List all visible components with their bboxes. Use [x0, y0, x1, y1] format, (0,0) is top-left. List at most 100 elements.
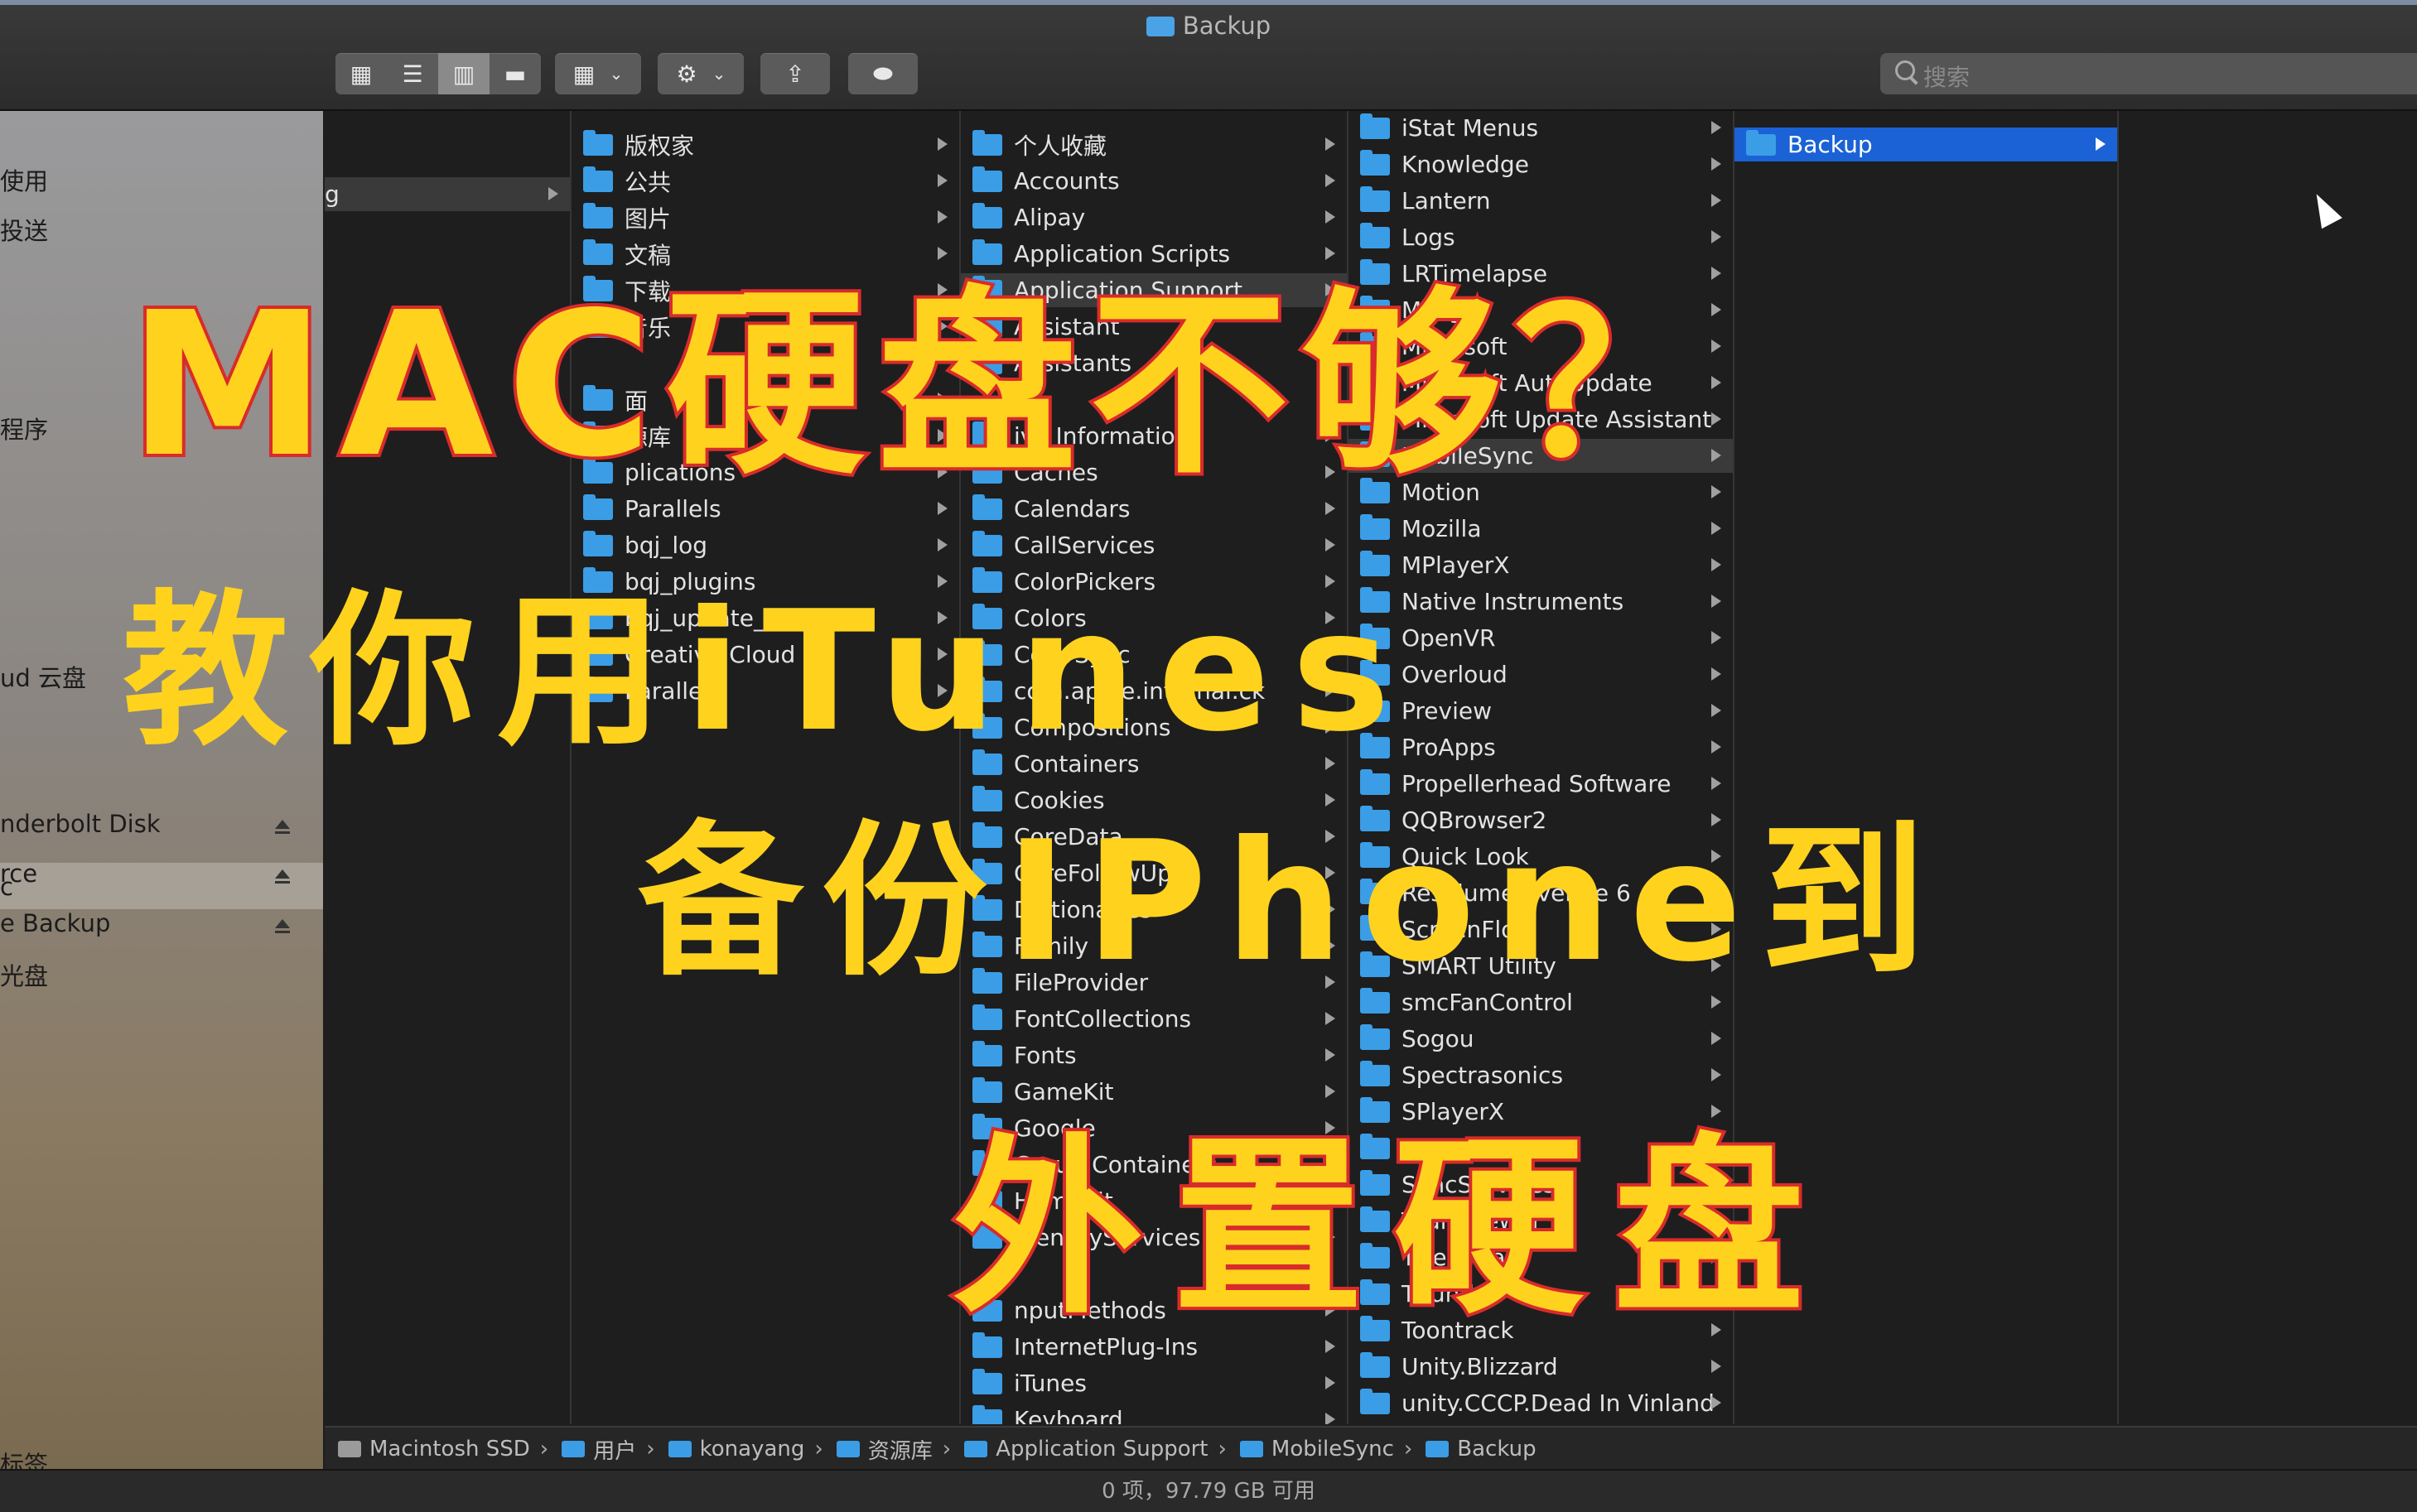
gallery-view-icon[interactable]: ▬ — [490, 53, 541, 94]
list-item[interactable]: Mozilla — [1348, 512, 1733, 546]
chevron-right-icon — [1711, 1396, 1721, 1409]
list-item[interactable]: Accounts — [961, 164, 1347, 198]
list-item[interactable]: 版权家 — [572, 128, 959, 161]
chevron-right-icon — [1325, 502, 1335, 515]
breadcrumb-separator-icon: › — [1403, 1437, 1413, 1461]
folder-icon — [1360, 1023, 1390, 1050]
tag-button[interactable]: ⬬ — [848, 53, 918, 94]
breadcrumb-label: MobileSync — [1271, 1437, 1394, 1461]
list-item[interactable]: FontCollections — [961, 1002, 1347, 1036]
folder-icon — [1360, 149, 1390, 176]
breadcrumb-label: 用户 — [593, 1438, 637, 1464]
list-item[interactable]: Keyboard — [961, 1403, 1347, 1424]
sidebar-item[interactable]: 程序 — [0, 411, 48, 445]
list-item-label: 个人收藏 — [1014, 132, 1107, 160]
list-item-label: Sogou — [1401, 1025, 1474, 1052]
list-item[interactable]: Logs — [1348, 220, 1733, 254]
list-item[interactable]: Knowledge — [1348, 147, 1733, 181]
group-button[interactable]: ▦ ⌄ — [555, 53, 641, 94]
breadcrumb-label: 资源库 — [867, 1438, 933, 1464]
list-item-label: Alipay — [1014, 204, 1086, 231]
icon-view-icon[interactable]: ▦ — [335, 53, 387, 94]
list-item[interactable]: Sogou — [1348, 1022, 1733, 1056]
list-item[interactable]: Alipay — [961, 200, 1347, 234]
list-item[interactable]: videosubscriptionsd — [1348, 1423, 1733, 1424]
breadcrumb-item[interactable]: MobileSync › — [1239, 1437, 1413, 1461]
sidebar-item[interactable]: e Backup — [0, 909, 110, 937]
breadcrumb-item[interactable]: Macintosh SSD › — [338, 1437, 548, 1461]
list-item[interactable]: 公共 — [572, 164, 959, 198]
view-mode-control[interactable]: ▦ ☰ ▥ ▬ — [335, 53, 541, 94]
list-item[interactable]: Lantern — [1348, 184, 1733, 218]
list-item-label: Backup — [1787, 131, 1873, 158]
list-item[interactable]: Backup — [1734, 128, 2117, 161]
list-item[interactable]: 文稿 — [572, 237, 959, 271]
list-item[interactable]: unity.CCCP.Dead In Vinland — [1348, 1386, 1733, 1420]
list-item[interactable]: Unity.Blizzard — [1348, 1350, 1733, 1384]
sidebar-item[interactable]: 使用 — [0, 162, 48, 197]
list-item-label: FontCollections — [1014, 1005, 1192, 1033]
chevron-right-icon — [1325, 1085, 1335, 1098]
list-item[interactable]: CallServices — [961, 528, 1347, 562]
sidebar-item[interactable]: nderbolt Disk — [0, 810, 161, 838]
sidebar-item[interactable]: 光盘 — [0, 957, 48, 992]
list-item[interactable]: Propellerhead Software — [1348, 767, 1733, 801]
chevron-right-icon — [1711, 595, 1721, 608]
breadcrumb-label: Application Support — [996, 1437, 1208, 1461]
list-item-label: Application Scripts — [1014, 240, 1231, 267]
breadcrumb-item[interactable]: konayang › — [668, 1437, 823, 1461]
status-bar: 0 项，97.79 GB 可用 — [0, 1469, 2417, 1512]
folder-icon — [964, 1441, 988, 1457]
search-field[interactable]: 搜索 — [1880, 53, 2417, 94]
breadcrumb-item[interactable]: 资源库 › — [836, 1434, 951, 1465]
folder-icon — [972, 1076, 1002, 1103]
list-item[interactable]: bqj_log — [572, 528, 959, 562]
list-item[interactable]: GameKit — [961, 1075, 1347, 1109]
folder-icon — [1360, 222, 1390, 248]
list-item-label: Spectrasonics — [1401, 1062, 1564, 1089]
chevron-right-icon — [1325, 137, 1335, 151]
chevron-right-icon — [938, 174, 948, 187]
list-item[interactable]: Fonts — [961, 1038, 1347, 1072]
folder-icon — [1360, 768, 1390, 795]
list-item-label: Native Instruments — [1401, 588, 1624, 615]
share-button[interactable]: ⇪ — [760, 53, 830, 94]
sidebar-item[interactable]: ud 云盘 — [0, 659, 86, 694]
breadcrumb-separator-icon: › — [539, 1437, 549, 1461]
folder-icon — [972, 494, 1002, 520]
breadcrumb-item[interactable]: Application Support › — [964, 1437, 1227, 1461]
eject-icon[interactable] — [275, 919, 290, 933]
list-item[interactable]: 个人收藏 — [961, 128, 1347, 161]
chevron-right-icon — [1325, 538, 1335, 551]
list-item[interactable]: iTunes — [961, 1366, 1347, 1400]
list-item[interactable]: Spectrasonics — [1348, 1058, 1733, 1092]
folder-icon — [1746, 129, 1776, 156]
action-button[interactable]: ⚙ ⌄ — [658, 53, 744, 94]
folder-icon — [1360, 1351, 1390, 1378]
list-item[interactable]: g — [325, 177, 570, 211]
folder-icon — [1239, 1441, 1263, 1457]
folder-icon — [1360, 113, 1390, 139]
list-item[interactable]: Application Scripts — [961, 237, 1347, 271]
chevron-right-icon — [1325, 1048, 1335, 1062]
list-item[interactable]: iStat Menus — [1348, 111, 1733, 145]
breadcrumb-label: konayang — [699, 1437, 805, 1461]
breadcrumb-item[interactable]: 用户 › — [562, 1434, 655, 1465]
eject-icon[interactable] — [275, 869, 290, 884]
chevron-right-icon — [548, 187, 558, 200]
list-item-label: Mozilla — [1401, 515, 1482, 542]
folder-icon — [972, 1004, 1002, 1030]
list-view-icon[interactable]: ☰ — [387, 53, 438, 94]
eject-icon[interactable] — [275, 820, 290, 834]
list-item[interactable]: 图片 — [572, 200, 959, 234]
chevron-right-icon — [1325, 247, 1335, 260]
folder-icon — [583, 166, 613, 192]
sidebar-item[interactable]: 投送 — [0, 212, 48, 247]
sidebar-item[interactable]: rce — [0, 860, 37, 888]
headline-line-1: MAC硬盘不够？ — [125, 269, 1726, 501]
column-view-icon[interactable]: ▥ — [438, 53, 490, 94]
folder-icon — [1360, 1388, 1390, 1414]
breadcrumb-item[interactable]: Backup — [1426, 1437, 1537, 1461]
folder-icon — [972, 1404, 1002, 1424]
list-item-label: Fonts — [1014, 1042, 1077, 1069]
